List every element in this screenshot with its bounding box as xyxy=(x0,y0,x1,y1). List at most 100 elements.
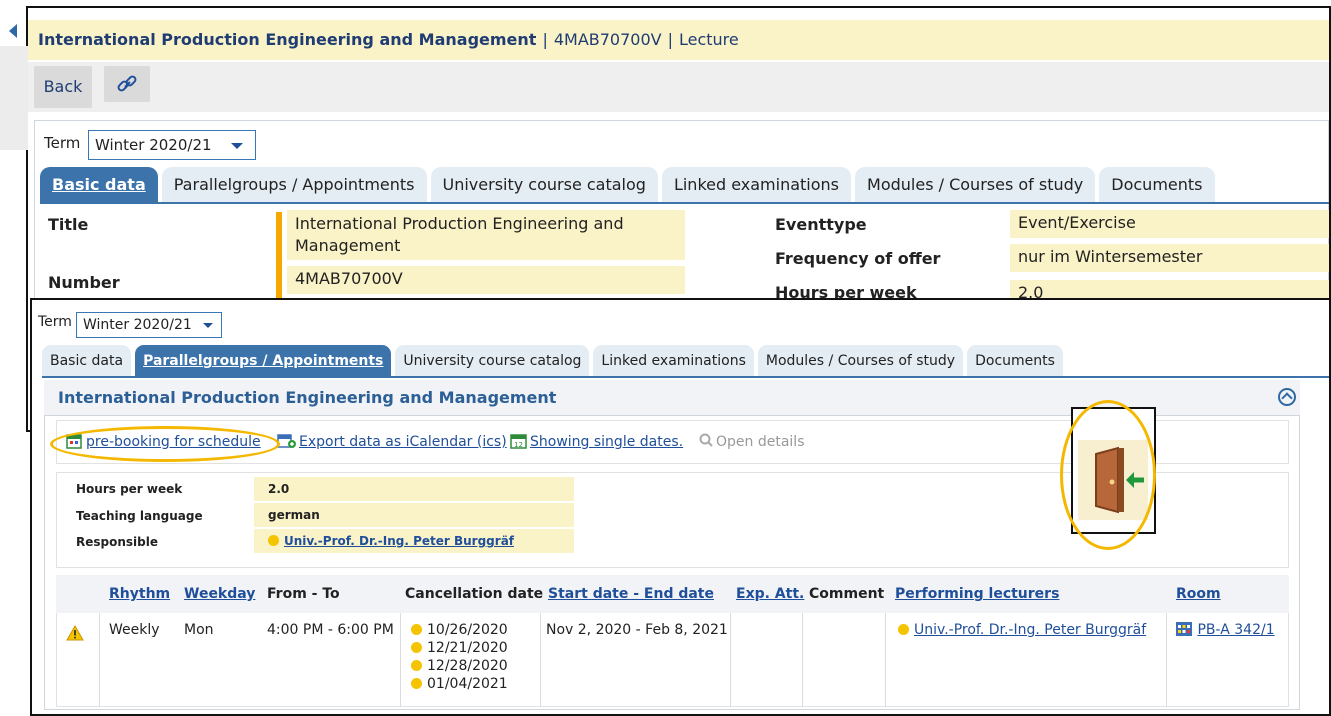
title-value-line1: International Production Engineering and xyxy=(295,214,624,233)
responsible-value: Univ.-Prof. Dr.-Ing. Peter Burggräf xyxy=(254,529,574,553)
responsible-label: Responsible xyxy=(76,535,158,549)
cancellation-date: 12/21/2020 xyxy=(411,639,508,657)
date-status-icon xyxy=(411,660,422,671)
frequency-label: Frequency of offer xyxy=(775,249,941,268)
date-status-icon xyxy=(411,678,422,689)
chevron-down-icon xyxy=(203,323,213,328)
tab-bar: Basic data Parallelgroups / Appointments… xyxy=(42,345,1063,377)
single-dates-link[interactable]: 12 Showing single dates. xyxy=(510,433,683,450)
cell-lecturer: Univ.-Prof. Dr.-Ing. Peter Burggräf xyxy=(898,621,1146,639)
column-exp-att[interactable]: Exp. Att. xyxy=(736,586,804,602)
cell-weekday: Mon xyxy=(184,622,214,638)
column-divider xyxy=(400,613,401,707)
cell-room: PB-A 342/1 xyxy=(1175,621,1275,639)
language-value: german xyxy=(254,503,574,527)
column-lecturers[interactable]: Performing lecturers xyxy=(895,586,1059,602)
eventtype-label: Eventtype xyxy=(775,215,867,234)
lecturer-link[interactable]: Univ.-Prof. Dr.-Ing. Peter Burggräf xyxy=(914,622,1146,638)
date-status-icon xyxy=(411,624,422,635)
tab-documents[interactable]: Documents xyxy=(967,345,1063,377)
tab-linked-examinations[interactable]: Linked examinations xyxy=(661,167,852,203)
column-cancellation: Cancellation date xyxy=(405,586,544,602)
tab-documents[interactable]: Documents xyxy=(1099,167,1215,203)
cell-from-to: 4:00 PM - 6:00 PM xyxy=(267,622,394,638)
tab-course-catalog[interactable]: University course catalog xyxy=(395,345,590,377)
link-icon xyxy=(117,75,137,92)
highlight-ellipse xyxy=(1060,400,1156,550)
person-status-icon xyxy=(898,624,909,635)
column-room[interactable]: Room xyxy=(1176,586,1221,602)
term-select[interactable]: Winter 2020/21 xyxy=(88,130,256,160)
hours-value: 2.0 xyxy=(254,477,574,501)
column-weekday[interactable]: Weekday xyxy=(184,586,255,602)
export-ical-label: Export data as iCalendar (ics) xyxy=(299,434,507,450)
column-from-to: From - To xyxy=(267,586,340,602)
column-divider xyxy=(730,613,731,707)
column-comment: Comment xyxy=(809,586,885,602)
permalink-button[interactable] xyxy=(104,66,150,102)
magnifier-icon xyxy=(699,433,713,447)
collapse-section-icon[interactable] xyxy=(1278,388,1296,406)
course-number: 4MAB70700V xyxy=(553,30,662,49)
column-divider xyxy=(885,613,886,707)
tab-underline xyxy=(40,202,1329,204)
column-divider xyxy=(99,613,100,707)
tab-modules[interactable]: Modules / Courses of study xyxy=(855,167,1096,203)
title-value: International Production Engineering and… xyxy=(287,210,685,260)
cell-start-end: Nov 2, 2020 - Feb 8, 2021 xyxy=(546,622,728,638)
column-start-end[interactable]: Start date - End date xyxy=(548,586,714,602)
toolbar: Back xyxy=(28,62,1329,112)
cancellation-date: 10/26/2020 xyxy=(411,621,508,639)
tab-linked-examinations[interactable]: Linked examinations xyxy=(593,345,754,377)
tab-parallelgroups[interactable]: Parallelgroups / Appointments xyxy=(135,345,392,377)
highlight-ellipse xyxy=(50,426,280,462)
open-details-button[interactable]: Open details xyxy=(698,433,804,450)
course-title: International Production Engineering and… xyxy=(38,30,537,49)
column-divider xyxy=(540,613,541,707)
column-rhythm[interactable]: Rhythm xyxy=(109,586,170,602)
chevron-down-icon xyxy=(231,143,243,149)
frequency-value: nur im Wintersemester xyxy=(1010,244,1329,272)
open-details-label: Open details xyxy=(716,434,805,450)
svg-text:12: 12 xyxy=(514,441,523,449)
tab-course-catalog[interactable]: University course catalog xyxy=(430,167,658,203)
calendar-day-icon: 12 xyxy=(510,434,527,449)
date-status-icon xyxy=(411,642,422,653)
back-button[interactable]: Back xyxy=(34,66,92,108)
term-select[interactable]: Winter 2020/21 xyxy=(76,312,222,338)
cell-rhythm: Weekly xyxy=(109,622,160,638)
tab-bar: Basic data Parallelgroups / Appointments… xyxy=(40,167,1215,203)
collapse-sidebar-icon[interactable] xyxy=(9,24,17,38)
page-title: International Production Engineering and… xyxy=(28,20,1329,60)
language-label: Teaching language xyxy=(76,509,203,523)
tab-modules[interactable]: Modules / Courses of study xyxy=(757,345,964,377)
eventtype-value: Event/Exercise xyxy=(1010,210,1329,238)
number-value: 4MAB70700V xyxy=(287,266,685,294)
column-divider xyxy=(1166,613,1167,707)
term-select-value: Winter 2020/21 xyxy=(95,136,212,154)
tab-basic-data[interactable]: Basic data xyxy=(40,167,158,203)
left-sidebar-strip xyxy=(0,46,28,150)
term-label: Term xyxy=(44,134,81,152)
title-separator: | xyxy=(542,30,548,49)
term-label: Term xyxy=(38,314,72,330)
room-plan-icon xyxy=(1176,622,1192,636)
tab-parallelgroups[interactable]: Parallelgroups / Appointments xyxy=(161,167,427,203)
room-link[interactable]: PB-A 342/1 xyxy=(1197,622,1274,638)
course-type: Lecture xyxy=(678,30,739,49)
title-value-line2: Management xyxy=(295,236,401,255)
cancellation-date: 01/04/2021 xyxy=(411,675,508,693)
number-label: Number xyxy=(48,273,120,292)
title-separator: | xyxy=(667,30,673,49)
tab-underline xyxy=(42,376,1329,378)
cancellation-date: 12/28/2020 xyxy=(411,657,508,675)
annotation-arrow xyxy=(276,212,282,310)
cell-cancellation-dates: 10/26/2020 12/21/2020 12/28/2020 01/04/2… xyxy=(411,621,508,693)
warning-icon xyxy=(66,624,84,646)
export-ical-link[interactable]: Export data as iCalendar (ics) xyxy=(277,433,507,450)
person-status-icon xyxy=(268,535,279,546)
tab-basic-data[interactable]: Basic data xyxy=(42,345,132,377)
title-label: Title xyxy=(48,215,89,234)
responsible-link[interactable]: Univ.-Prof. Dr.-Ing. Peter Burggräf xyxy=(284,534,514,548)
single-dates-label: Showing single dates. xyxy=(530,434,684,450)
